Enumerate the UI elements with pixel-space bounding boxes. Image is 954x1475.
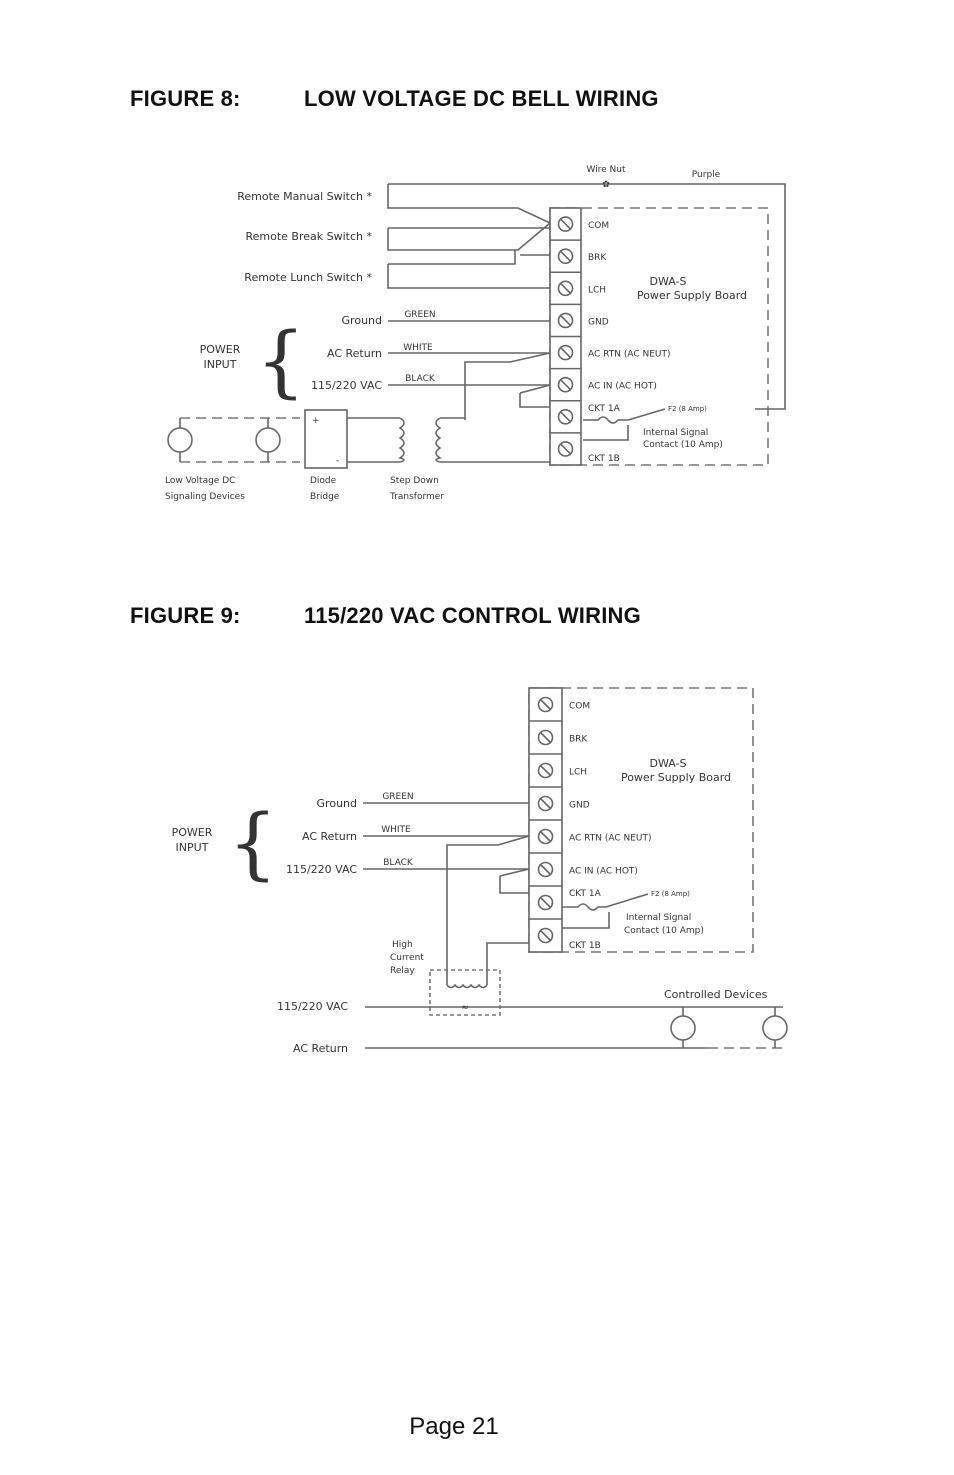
power-input-label-2: INPUT — [176, 841, 209, 854]
controlled-devices-label: Controlled Devices — [664, 988, 768, 1001]
vac-label: 115/220 VAC — [286, 863, 357, 876]
relay-coil — [446, 983, 488, 989]
terminal-label: LCH — [569, 768, 587, 778]
terminal-label: BRK — [569, 735, 588, 745]
terminal-label: CKT 1B — [569, 941, 601, 951]
ac-return-label: AC Return — [302, 830, 357, 843]
line-return-label: AC Return — [293, 1042, 348, 1055]
terminal-label: GND — [569, 801, 590, 811]
white-wire-label: WHITE — [381, 825, 411, 835]
terminal-label: AC RTN (AC NEUT) — [569, 834, 652, 844]
terminal-label: AC IN (AC HOT) — [569, 867, 638, 877]
figure-9-diagram: COM BRK LCH GND AC RTN (AC NEUT) AC IN (AC HO… — [172, 687, 788, 1055]
controlled-device-1 — [670, 1015, 696, 1041]
black-wire-label: BLACK — [383, 858, 414, 868]
line-vac-label: 115/220 VAC — [277, 1000, 348, 1013]
green-wire-label: GREEN — [382, 792, 413, 802]
relay-label-2: Current — [390, 953, 424, 963]
ground-label: Ground — [317, 797, 357, 810]
terminal-label: COM — [569, 702, 590, 712]
fuse-label: F2 (8 Amp) — [651, 890, 690, 898]
contact-label-2: Contact (10 Amp) — [624, 926, 704, 936]
power-input-label-1: POWER — [172, 826, 213, 839]
relay-contact-icon: ≈ — [461, 1003, 469, 1013]
board-subtitle: Power Supply Board — [621, 771, 731, 784]
page-number: Page 21 — [409, 1413, 499, 1440]
relay-label-1: High — [392, 940, 413, 950]
terminal-label: CKT 1A — [569, 889, 602, 899]
relay-label-3: Relay — [390, 966, 415, 976]
board-name: DWA-S — [650, 757, 687, 770]
controlled-device-2 — [762, 1015, 788, 1041]
brace-icon: { — [228, 799, 278, 889]
contact-label-1: Internal Signal — [626, 913, 691, 923]
